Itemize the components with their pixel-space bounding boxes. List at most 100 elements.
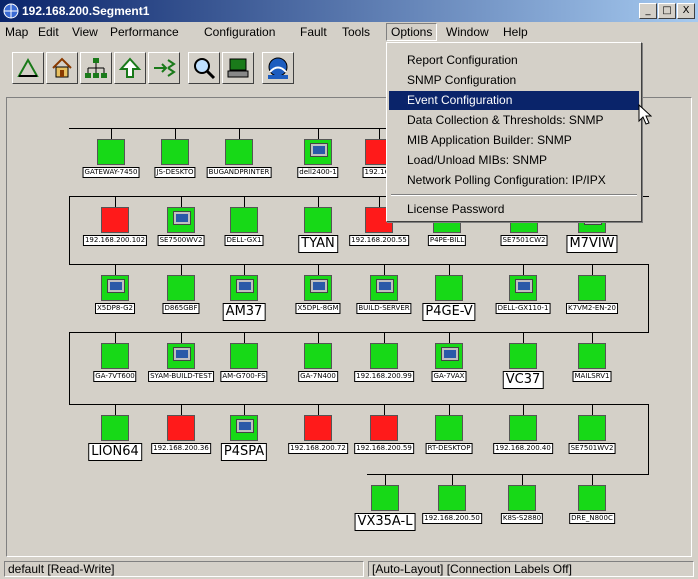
- node-label: BUILD-SERVER: [356, 303, 412, 314]
- menu-view[interactable]: View: [72, 25, 98, 39]
- node-label: GATEWAY-7450: [82, 167, 140, 178]
- node-connector: [523, 332, 524, 343]
- node-status-icon[interactable]: [578, 275, 606, 301]
- node-label: VX35A-L: [354, 513, 416, 531]
- node-label: SE7501WV2: [568, 443, 616, 454]
- menu-window[interactable]: Window: [446, 25, 489, 39]
- node-status-icon[interactable]: [230, 343, 258, 369]
- node-status-icon[interactable]: [304, 343, 332, 369]
- bus-line: [69, 196, 70, 264]
- bus-line: [648, 404, 649, 474]
- node-status-icon[interactable]: [578, 343, 606, 369]
- node-label: M7VIW: [566, 235, 618, 253]
- node-connector: [379, 128, 380, 139]
- node-status-icon[interactable]: [304, 139, 332, 165]
- node-status-icon[interactable]: [435, 343, 463, 369]
- menu-item-data-collection[interactable]: Data Collection & Thresholds: SNMP: [389, 111, 639, 130]
- close-button[interactable]: X: [677, 3, 695, 19]
- menu-tools[interactable]: Tools: [342, 25, 370, 39]
- node-status-icon[interactable]: [304, 207, 332, 233]
- node-status-icon[interactable]: [101, 415, 129, 441]
- node-status-icon[interactable]: [438, 485, 466, 511]
- node-status-icon[interactable]: [230, 275, 258, 301]
- node-status-icon[interactable]: [101, 275, 129, 301]
- node-status-icon[interactable]: [370, 343, 398, 369]
- node-label: X5DPL-8GM: [295, 303, 341, 314]
- route-button[interactable]: [148, 52, 180, 84]
- node-status-icon[interactable]: [167, 275, 195, 301]
- discover-icon: [17, 57, 39, 77]
- node-status-icon[interactable]: [167, 343, 195, 369]
- node-connector: [592, 264, 593, 275]
- computer-icon: [236, 279, 254, 293]
- minimize-button[interactable]: _: [639, 3, 657, 19]
- computer-icon: [441, 347, 459, 361]
- computer-icon: [310, 143, 328, 157]
- menu-fault[interactable]: Fault: [300, 25, 327, 39]
- menu-edit[interactable]: Edit: [38, 25, 59, 39]
- node-status-icon[interactable]: [578, 485, 606, 511]
- title-bar: 192.168.200.Segment1 _ □ X: [0, 0, 698, 22]
- node-status-icon[interactable]: [161, 139, 189, 165]
- maximize-button[interactable]: □: [658, 3, 676, 19]
- menu-help[interactable]: Help: [503, 25, 528, 39]
- node-connector: [592, 474, 593, 485]
- node-connector: [384, 404, 385, 415]
- node-label: SE7500WV2: [157, 235, 205, 246]
- node-label: X5DP8-G2: [95, 303, 135, 314]
- menu-map[interactable]: Map: [5, 25, 28, 39]
- home-button[interactable]: [46, 52, 78, 84]
- window-title: 192.168.200.Segment1: [22, 4, 150, 18]
- menu-item-report-configuration[interactable]: Report Configuration: [389, 51, 639, 70]
- node-status-icon[interactable]: [435, 275, 463, 301]
- menu-item-load-mibs[interactable]: Load/Unload MIBs: SNMP: [389, 151, 639, 170]
- node-status-icon[interactable]: [304, 415, 332, 441]
- menu-options[interactable]: Options: [386, 23, 438, 41]
- node-status-icon[interactable]: [167, 207, 195, 233]
- node-status-icon[interactable]: [370, 275, 398, 301]
- node-label: JS-DESKTO: [154, 167, 196, 178]
- node-status-icon[interactable]: [167, 415, 195, 441]
- node-label: P4SPA: [220, 443, 268, 461]
- menu-separator: [391, 194, 637, 196]
- computer-icon: [236, 419, 254, 433]
- computer-icon: [107, 279, 125, 293]
- node-status-icon[interactable]: [509, 275, 537, 301]
- node-status-icon[interactable]: [97, 139, 125, 165]
- up-button[interactable]: [114, 52, 146, 84]
- device-button[interactable]: [222, 52, 254, 84]
- bus-line: [69, 332, 649, 333]
- node-connector: [318, 196, 319, 207]
- menu-item-snmp-configuration[interactable]: SNMP Configuration: [389, 71, 639, 90]
- menu-configuration[interactable]: Configuration: [204, 25, 275, 39]
- up-arrow-icon: [118, 57, 142, 78]
- node-status-icon[interactable]: [225, 139, 253, 165]
- search-button[interactable]: [188, 52, 220, 84]
- node-connector: [181, 332, 182, 343]
- node-status-icon[interactable]: [230, 415, 258, 441]
- globe-icon: [268, 57, 288, 79]
- node-status-icon[interactable]: [508, 485, 536, 511]
- menu-item-license-password[interactable]: License Password: [389, 200, 639, 219]
- node-status-icon[interactable]: [435, 415, 463, 441]
- route-icon: [154, 59, 176, 77]
- node-status-icon[interactable]: [230, 207, 258, 233]
- network-button[interactable]: [80, 52, 112, 84]
- menu-item-mib-builder[interactable]: MIB Application Builder: SNMP: [389, 131, 639, 150]
- node-connector: [523, 264, 524, 275]
- globe-button[interactable]: [262, 52, 294, 84]
- node-status-icon[interactable]: [509, 343, 537, 369]
- node-status-icon[interactable]: [101, 343, 129, 369]
- menu-item-network-polling[interactable]: Network Polling Configuration: IP/IPX: [389, 171, 639, 190]
- node-status-icon[interactable]: [578, 415, 606, 441]
- node-status-icon[interactable]: [101, 207, 129, 233]
- menu-performance[interactable]: Performance: [110, 25, 179, 39]
- node-status-icon[interactable]: [304, 275, 332, 301]
- computer-icon: [173, 211, 191, 225]
- status-mode: default [Read-Write]: [4, 561, 364, 577]
- node-status-icon[interactable]: [371, 485, 399, 511]
- discover-button[interactable]: [12, 52, 44, 84]
- menu-item-event-configuration[interactable]: Event Configuration: [389, 91, 639, 110]
- node-status-icon[interactable]: [509, 415, 537, 441]
- node-status-icon[interactable]: [370, 415, 398, 441]
